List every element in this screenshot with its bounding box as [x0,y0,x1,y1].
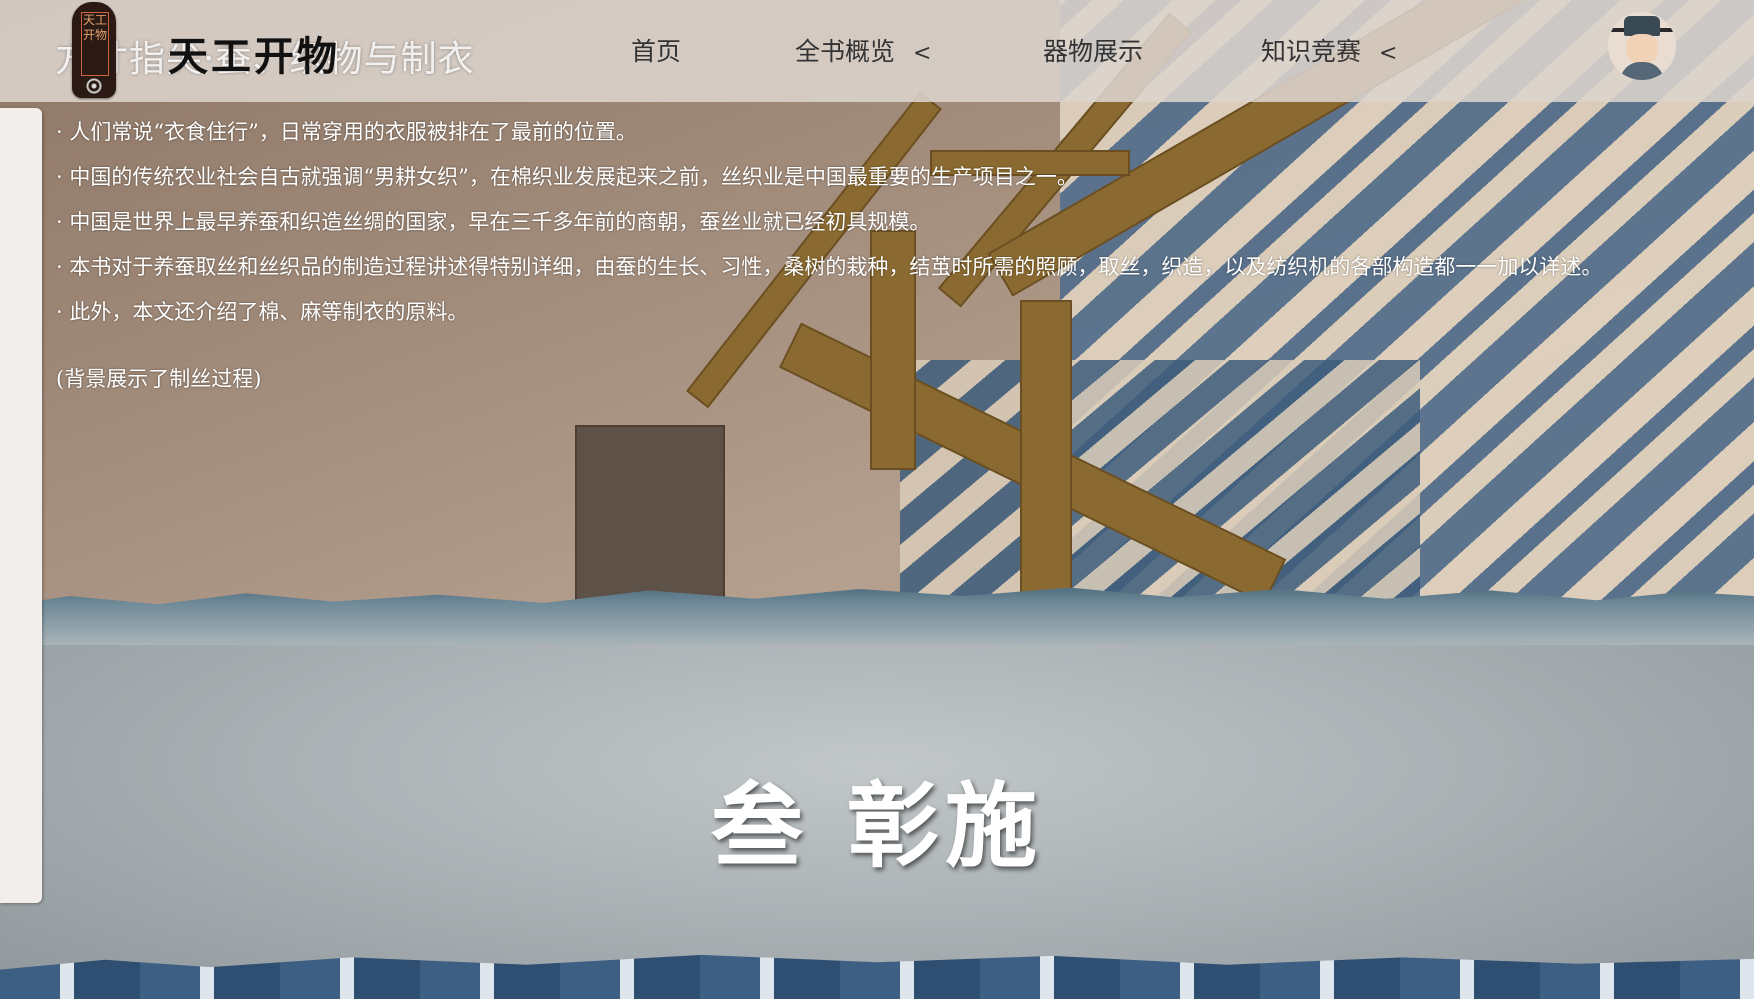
avatar-face [1626,34,1658,64]
background-caption: (背景展示了制丝过程) [56,367,262,391]
chevron-left-icon: < [1379,41,1398,66]
section-heading: 叁 彰施 [710,772,1044,880]
official-hat-icon [1624,16,1660,36]
intro-line: · 本书对于养蚕取丝和丝织品的制造过程讲述得特别详细，由蚕的生长、习性，桑树的栽… [56,255,1603,279]
intro-line: · 中国是世界上最早养蚕和织造丝绸的国家，早在三千多年前的商朝，蚕丝业就已经初具… [56,210,931,234]
nav-book-overview[interactable]: 全书概览 < [795,32,931,68]
nav-artifact-display-label: 器物展示 [1043,37,1144,66]
intro-line: · 此外，本文还介绍了棉、麻等制衣的原料。 [56,300,469,324]
nav-knowledge-quiz-label: 知识竞赛 [1261,37,1362,66]
logo-wordmark[interactable]: 天工开物 [168,24,340,82]
nav-book-overview-label: 全书概览 [795,37,896,66]
striped-fabric-lower [900,360,1420,610]
avatar-robe [1620,62,1664,80]
chevron-left-icon: < [913,41,932,66]
intro-line: · 中国的传统农业社会自古就强调“男耕女织”，在棉织业发展起来之前，丝织业是中国… [56,165,1078,189]
nav-knowledge-quiz[interactable]: 知识竞赛 < [1261,32,1397,68]
nav-home-label: 首页 [631,37,682,66]
user-avatar[interactable] [1608,12,1676,80]
logo-seal-text: 天工开物 [81,12,109,76]
intro-text-block: · 人们常说“衣食住行”，日常穿用的衣服被排在了最前的位置。 · 中国的传统农业… [56,116,1736,395]
intro-line: · 人们常说“衣食住行”，日常穿用的衣服被排在了最前的位置。 [56,120,637,144]
knot-ornament-icon [78,78,110,94]
logo-seal[interactable]: 天工开物 [72,2,116,98]
nav-home[interactable]: 首页 [631,32,681,68]
nav-artifact-display[interactable]: 器物展示 [1043,32,1143,68]
top-navbar: 方寸指尖·蚕、织物与制衣 天工开物 天工开物 首页 全书概览 < 器物展示 知识竞… [0,0,1754,102]
